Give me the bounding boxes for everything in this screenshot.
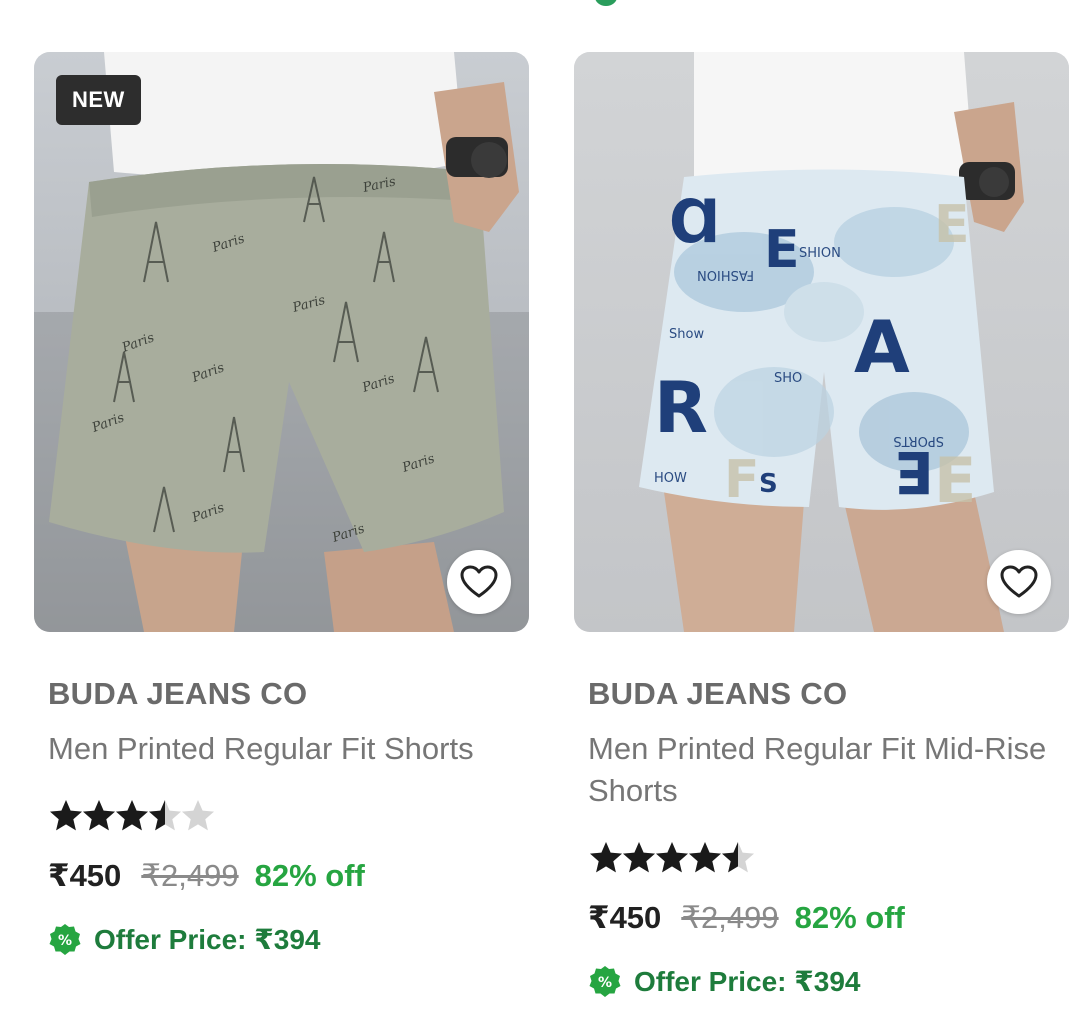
wishlist-button[interactable] xyxy=(987,550,1051,614)
svg-text:E: E xyxy=(764,220,800,280)
brand-name: BUDA JEANS CO xyxy=(588,676,848,711)
blue-tie-dye-shorts-illustration: Ɑ E A R E S Show SHO HOW SPORTS SHION FA… xyxy=(574,52,1069,632)
svg-text:E: E xyxy=(934,195,970,255)
product-title[interactable]: Men Printed Regular Fit Mid-Rise Shorts xyxy=(588,728,1058,812)
star-half-icon xyxy=(149,800,181,831)
brand-name: BUDA JEANS CO xyxy=(48,676,308,711)
svg-text:%: % xyxy=(598,975,612,991)
product-title[interactable]: Men Printed Regular Fit Shorts xyxy=(48,728,518,770)
selling-price: ₹450 xyxy=(588,900,662,935)
star-rating xyxy=(48,796,529,836)
grey-printed-shorts-illustration: Paris Paris Paris Paris Paris Paris Pari… xyxy=(34,52,529,632)
star-half-icon xyxy=(722,842,754,873)
price-row: ₹450 ₹2,499 82% off xyxy=(588,898,1069,938)
svg-text:HOW: HOW xyxy=(654,471,687,486)
star-filled-icon xyxy=(83,800,115,831)
offer-price-label: Offer Price: xyxy=(634,966,795,997)
heart-outline-icon xyxy=(1000,565,1038,598)
offer-price-row: % Offer Price: ₹394 xyxy=(48,920,529,960)
svg-text:%: % xyxy=(58,933,72,949)
percent-badge-icon: % xyxy=(49,924,81,955)
star-filled-icon xyxy=(50,800,82,831)
percent-badge-icon: % xyxy=(589,966,621,997)
svg-text:E: E xyxy=(934,444,976,517)
svg-text:SHION: SHION xyxy=(799,246,841,261)
star-filled-icon xyxy=(116,800,148,831)
wishlist-button[interactable] xyxy=(447,550,511,614)
heart-outline-icon xyxy=(460,565,498,598)
svg-text:SHO: SHO xyxy=(774,371,802,386)
offer-price-value: ₹394 xyxy=(254,924,321,955)
original-price: ₹2,499 xyxy=(141,858,239,893)
new-badge: NEW xyxy=(56,75,141,125)
svg-text:F: F xyxy=(724,450,760,510)
price-row: ₹450 ₹2,499 82% off xyxy=(48,856,529,896)
star-rating xyxy=(588,838,1069,878)
offer-price-label: Offer Price: xyxy=(94,924,255,955)
star-filled-icon xyxy=(689,842,721,873)
product-grid: Paris Paris Paris Paris Paris Paris Pari… xyxy=(0,0,1080,1030)
star-filled-icon xyxy=(590,842,622,873)
offer-badge-peek xyxy=(595,0,617,6)
svg-text:Show: Show xyxy=(669,327,704,342)
product-image[interactable]: Ɑ E A R E S Show SHO HOW SPORTS SHION FA… xyxy=(574,52,1069,632)
offer-price-row: % Offer Price: ₹394 xyxy=(588,962,1069,1002)
star-filled-icon xyxy=(623,842,655,873)
original-price: ₹2,499 xyxy=(681,900,779,935)
svg-text:FASHION: FASHION xyxy=(697,267,754,282)
svg-text:R: R xyxy=(654,367,708,449)
discount-label: 82% off xyxy=(794,900,905,935)
product-image[interactable]: Paris Paris Paris Paris Paris Paris Pari… xyxy=(34,52,529,632)
discount-label: 82% off xyxy=(254,858,365,893)
offer-price-value: ₹394 xyxy=(794,966,861,997)
svg-text:Ɑ: Ɑ xyxy=(669,187,721,257)
star-empty-icon xyxy=(182,800,214,831)
selling-price: ₹450 xyxy=(48,858,122,893)
product-card-2[interactable]: Ɑ E A R E S Show SHO HOW SPORTS SHION FA… xyxy=(574,52,1069,1002)
svg-text:A: A xyxy=(854,305,910,389)
product-card-1[interactable]: Paris Paris Paris Paris Paris Paris Pari… xyxy=(34,52,529,960)
star-filled-icon xyxy=(656,842,688,873)
svg-text:S: S xyxy=(759,469,778,499)
